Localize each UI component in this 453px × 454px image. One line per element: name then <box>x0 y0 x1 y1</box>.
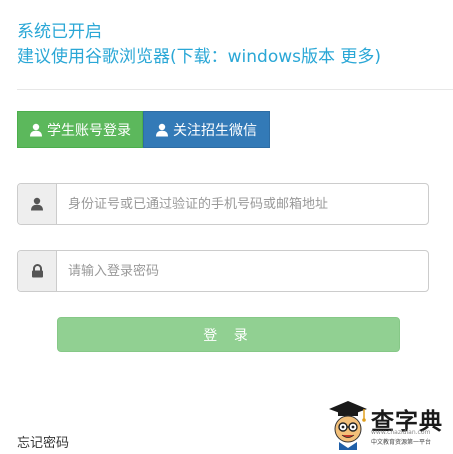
download-windows-link[interactable]: windows版本 <box>228 47 335 67</box>
username-field <box>17 183 429 225</box>
password-field <box>17 250 429 292</box>
watermark-tagline: 中文教育资源第一平台 <box>371 439 432 446</box>
user-icon <box>29 123 43 137</box>
password-input[interactable] <box>57 251 428 291</box>
student-login-label: 学生账号登录 <box>47 122 131 139</box>
notice-line-2: 建议使用谷歌浏览器(下载：windows版本 更多) <box>17 45 381 70</box>
user-icon <box>18 184 57 224</box>
follow-wechat-tab[interactable]: 关注招生微信 <box>143 111 270 148</box>
forgot-password-link[interactable]: 忘记密码 <box>17 432 69 451</box>
login-tabs: 学生账号登录 关注招生微信 <box>17 111 270 148</box>
download-more-link[interactable]: 更多 <box>340 47 374 67</box>
username-input[interactable] <box>57 184 428 224</box>
watermark-logo: 查字典 www.chazidian.com 中文教育资源第一平台 <box>327 398 453 452</box>
system-notice: 系统已开启 建议使用谷歌浏览器(下载：windows版本 更多) <box>17 20 381 70</box>
notice-suffix: ) <box>374 47 382 67</box>
notice-prefix: 建议使用谷歌浏览器(下载： <box>17 47 228 67</box>
notice-line-1: 系统已开启 <box>17 22 102 42</box>
follow-wechat-label: 关注招生微信 <box>173 122 257 139</box>
divider <box>17 89 453 90</box>
student-login-tab[interactable]: 学生账号登录 <box>17 111 143 148</box>
login-button[interactable]: 登 录 <box>57 317 400 352</box>
mascot-icon <box>329 401 367 450</box>
watermark-url: www.chazidian.com <box>371 429 431 436</box>
user-icon <box>155 123 169 137</box>
lock-icon <box>18 251 57 291</box>
